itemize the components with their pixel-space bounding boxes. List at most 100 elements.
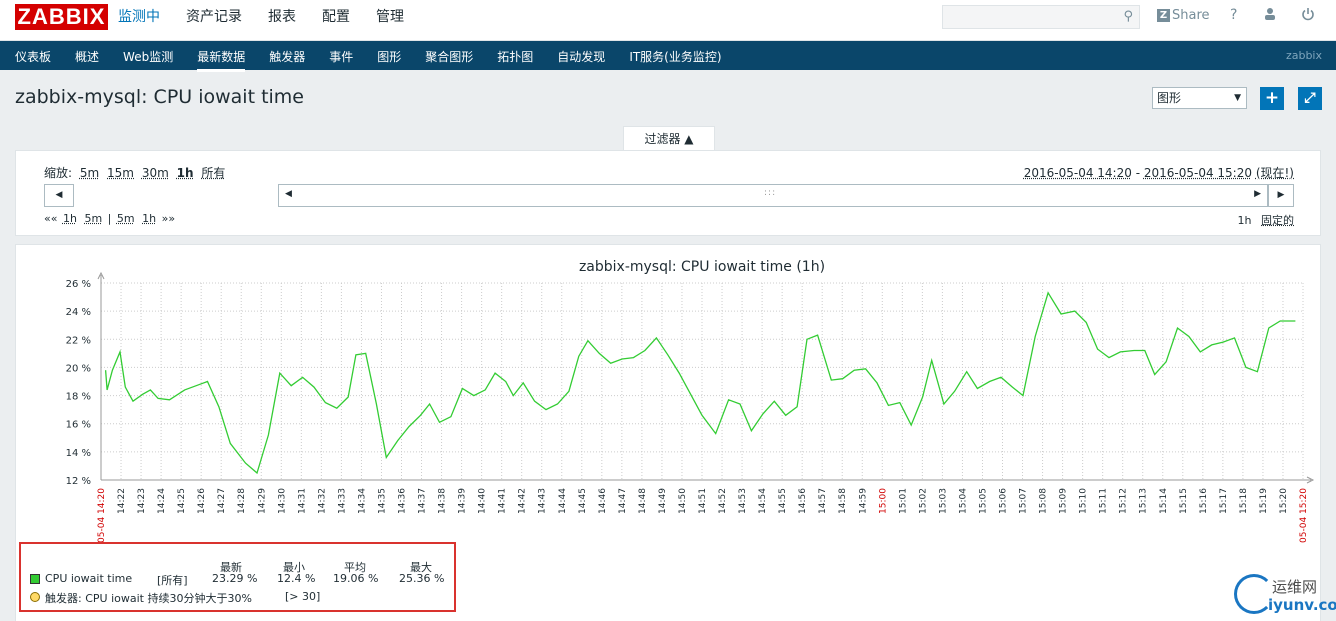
x-tick-label: 15:15 (1179, 488, 1189, 514)
step-row: «« 1h 5m | 5m 1h »» (44, 212, 175, 225)
x-tick-label: 14:29 (257, 488, 267, 514)
x-tick-label: 15:20 (1279, 488, 1289, 514)
x-tick-label: 14:39 (458, 488, 468, 514)
legend-item-name: CPU iowait time (45, 572, 133, 585)
x-tick-label: 14:38 (438, 488, 448, 514)
chart-title: zabbix-mysql: CPU iowait time (1h) (579, 259, 825, 275)
x-tick-label: 14:50 (678, 488, 688, 514)
nav-administration[interactable]: 管理 (376, 6, 404, 26)
scrollbar-grip-icon[interactable]: ::: (764, 188, 776, 198)
filter-panel: 缩放: 5m 15m 30m 1h 所有 2016-05-04 14:20 - … (15, 150, 1321, 236)
step-back-icon: «« (44, 212, 58, 225)
x-tick-label: 15:05 (978, 488, 988, 514)
search-input[interactable]: ⚲ (942, 5, 1140, 29)
add-to-favourites-button[interactable]: + (1260, 87, 1284, 110)
x-tick-label: 14:24 (157, 488, 167, 514)
chevron-down-icon: ▼ (1234, 93, 1241, 103)
share-label: Share (1172, 8, 1210, 23)
main-nav: 监测中 资产记录 报表 配置 管理 (118, 6, 430, 26)
nav-monitoring[interactable]: 监测中 (118, 6, 160, 26)
scrollbar-right-arrow-icon[interactable]: ▶ (1254, 189, 1261, 199)
search-icon[interactable]: ⚲ (1123, 9, 1133, 24)
x-tick-label: 14:30 (277, 488, 287, 514)
x-tick-label: 14:26 (197, 488, 207, 514)
x-tick-label: 14:47 (618, 488, 628, 514)
page-title: zabbix-mysql: CPU iowait time (15, 86, 304, 108)
x-tick-label: 14:31 (297, 488, 307, 514)
x-tick-label: 15:04 (958, 488, 968, 514)
subnav-item-10[interactable]: IT服务(业务监控) (629, 48, 721, 65)
sub-nav-items: 仪表板 概述 Web监测 最新数据 触发器 事件 图形 聚合图形 拓扑图 自动发现 IT服务(业务监… (15, 48, 746, 72)
view-select[interactable]: 图形 ▼ (1152, 87, 1247, 109)
x-tick-label: 14:48 (638, 488, 648, 514)
x-tick-label: 15:01 (898, 488, 908, 514)
subnav-item-6[interactable]: 图形 (377, 48, 401, 65)
x-tick-label: 14:51 (698, 488, 708, 514)
share-icon: Z (1157, 9, 1170, 22)
step-forward-5m[interactable]: 5m (117, 212, 135, 225)
range-from[interactable]: 2016-05-04 14:20 (1024, 166, 1132, 180)
zabbix-logo[interactable]: ZABBIX (15, 4, 108, 30)
zoom-1h[interactable]: 1h (177, 166, 194, 180)
subnav-item-7[interactable]: 聚合图形 (425, 48, 473, 65)
scroll-right-button[interactable]: ▶ (1268, 184, 1294, 207)
x-tick-label: 15:18 (1239, 488, 1249, 514)
legend-item-func: [所有] (157, 574, 188, 587)
x-tick-label: 15:16 (1199, 488, 1209, 514)
zoom-label: 缩放: (44, 166, 73, 180)
share-button[interactable]: Z Share (1157, 8, 1210, 23)
subnav-item-5[interactable]: 事件 (329, 48, 353, 65)
legend-item-max: 25.36 % (399, 572, 445, 585)
subnav-item-4[interactable]: 触发器 (269, 48, 305, 65)
x-tick-label: 14:32 (317, 488, 327, 514)
zoom-30m[interactable]: 30m (142, 166, 169, 180)
timeline-scrollbar[interactable]: ◀ ::: ▶ (278, 184, 1268, 207)
x-tick-label: 14:23 (137, 488, 147, 514)
fixed-toggle[interactable]: 固定的 (1261, 214, 1294, 227)
zoom-5m[interactable]: 5m (80, 166, 99, 180)
x-tick-label: 14:52 (718, 488, 728, 514)
x-tick-label: 14:40 (478, 488, 488, 514)
y-tick-label: 16 % (66, 420, 91, 431)
range-now[interactable]: (现在!) (1256, 166, 1294, 180)
zoom-15m[interactable]: 15m (107, 166, 134, 180)
nav-reports[interactable]: 报表 (268, 6, 296, 26)
zoom-all[interactable]: 所有 (201, 166, 225, 180)
step-forward-1h[interactable]: 1h (142, 212, 156, 225)
subnav-item-1[interactable]: 概述 (75, 48, 99, 65)
x-tick-label: 14:44 (558, 488, 568, 514)
period-fixed: 1h 固定的 (1238, 212, 1294, 228)
x-tick-label: 14:49 (658, 488, 668, 514)
x-tick-label: 14:57 (818, 488, 828, 514)
fullscreen-button[interactable]: ⤢ (1298, 87, 1322, 110)
help-icon[interactable]: ? (1230, 7, 1237, 23)
range-to[interactable]: 2016-05-04 15:20 (1144, 166, 1252, 180)
nav-configuration[interactable]: 配置 (322, 6, 350, 26)
y-tick-label: 26 % (66, 279, 91, 290)
x-tick-label: 14:54 (758, 488, 768, 514)
subnav-item-3[interactable]: 最新数据 (197, 48, 246, 72)
x-tick-label: 15:17 (1219, 488, 1229, 514)
filter-tab[interactable]: 过滤器 ▲ (623, 126, 715, 150)
subnav-item-2[interactable]: Web监测 (123, 48, 173, 65)
subnav-item-9[interactable]: 自动发现 (557, 48, 605, 65)
x-tick-label: 14:56 (798, 488, 808, 514)
legend-item-last: 23.29 % (212, 572, 258, 585)
x-tick-label: 15:07 (1019, 488, 1029, 514)
scrollbar-left-arrow-icon[interactable]: ◀ (285, 189, 292, 199)
step-back-5m[interactable]: 5m (84, 212, 102, 225)
x-tick-label: 14:28 (237, 488, 247, 514)
nav-inventory[interactable]: 资产记录 (186, 6, 242, 26)
legend-trigger-label: 触发器: CPU iowait 持续30分钟大于30% (45, 592, 252, 605)
scroll-left-button[interactable]: ◀ (44, 184, 74, 207)
sub-nav: 仪表板 概述 Web监测 最新数据 触发器 事件 图形 聚合图形 拓扑图 自动发现 IT服务(业务监… (0, 41, 1336, 72)
x-tick-label: 14:53 (738, 488, 748, 514)
step-back-1h[interactable]: 1h (63, 212, 77, 225)
user-profile-icon[interactable] (1263, 7, 1277, 25)
subnav-item-8[interactable]: 拓扑图 (497, 48, 533, 65)
subnav-item-0[interactable]: 仪表板 (15, 48, 51, 65)
view-select-value: 图形 (1157, 91, 1182, 105)
power-icon[interactable] (1301, 7, 1315, 25)
legend-trigger-swatch (30, 592, 40, 602)
x-tick-label: 14:58 (838, 488, 848, 514)
